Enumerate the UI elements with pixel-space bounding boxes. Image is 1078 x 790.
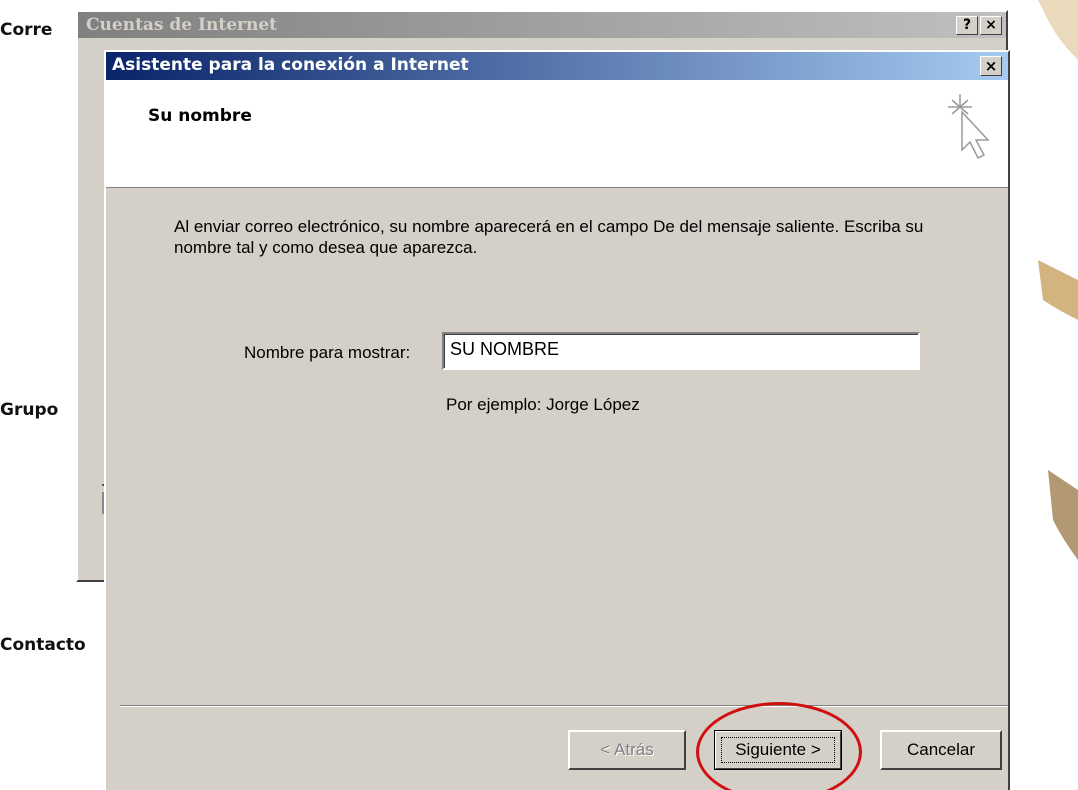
display-name-example: Por ejemplo: Jorge López xyxy=(446,395,640,414)
cancel-button[interactable]: Cancelar xyxy=(880,730,1002,770)
back-button[interactable]: < Atrás xyxy=(568,730,686,770)
help-button[interactable]: ? xyxy=(956,16,978,35)
cuentas-internet-titlebar: Cuentas de Internet ? × xyxy=(78,12,1006,38)
connection-wizard-dialog: Asistente para la conexión a Internet × … xyxy=(104,50,1010,790)
background-label-contactos: Contacto xyxy=(0,635,86,655)
wizard-header: Su nombre xyxy=(106,80,1008,188)
wizard-title: Asistente para la conexión a Internet xyxy=(112,55,469,75)
sparkle-cursor-icon xyxy=(948,94,990,160)
display-name-input[interactable]: SU NOMBRE xyxy=(442,332,920,370)
wizard-close-button[interactable]: × xyxy=(980,56,1002,76)
wizard-titlebar: Asistente para la conexión a Internet × xyxy=(106,52,1008,80)
next-button-highlight-circle xyxy=(696,702,862,790)
background-label-grupos: Grupo xyxy=(0,400,59,420)
wizard-description: Al enviar correo electrónico, su nombre … xyxy=(174,217,924,257)
wizard-step-title: Su nombre xyxy=(148,106,252,126)
back-window-close-button[interactable]: × xyxy=(980,16,1002,35)
display-name-label: Nombre para mostrar: xyxy=(244,343,411,362)
cuentas-internet-title: Cuentas de Internet xyxy=(86,15,278,35)
background-label-correo: Corre xyxy=(0,20,53,40)
background-artwork xyxy=(1038,0,1078,560)
footer-separator xyxy=(120,705,1008,707)
